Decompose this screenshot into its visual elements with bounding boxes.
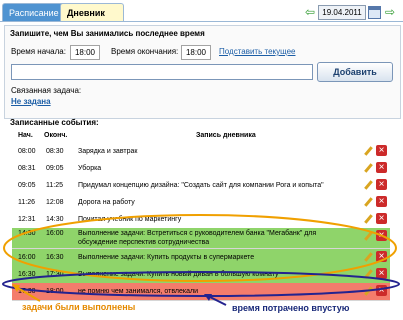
- pencil-icon[interactable]: [363, 214, 373, 224]
- pencil-icon[interactable]: [363, 197, 373, 207]
- next-day-arrow-icon[interactable]: ⇨: [383, 5, 397, 20]
- row-start-time: 09:05: [18, 182, 36, 189]
- form-prompt: Запишите, чем Вы занимались последнее вр…: [10, 29, 205, 38]
- row-start-time: 08:31: [18, 165, 36, 172]
- row-start-time: 08:00: [18, 148, 36, 155]
- calendar-icon[interactable]: [368, 6, 381, 19]
- annotation-done: задачи были выполнены: [22, 302, 136, 312]
- top-bar: Расписание Дневник ⇦ 19.04.2011 ⇨: [0, 0, 403, 22]
- row-end-time: 17:30: [46, 271, 64, 278]
- start-time-label: Время начала:: [11, 47, 66, 56]
- tab-diary[interactable]: Дневник: [60, 3, 124, 22]
- add-button[interactable]: Добавить: [317, 62, 393, 82]
- row-end-time: 11:25: [46, 182, 63, 189]
- table-row: 08:00 08:30 Зарядка и завтрак ×: [12, 143, 390, 161]
- row-text: Придумал концепцию дизайна: "Создать сай…: [78, 182, 324, 189]
- header-text: Запись дневника: [196, 132, 256, 139]
- delete-x-icon[interactable]: ×: [376, 251, 387, 262]
- row-start-time: 16:30: [18, 271, 36, 278]
- end-time-label: Время окончания:: [111, 47, 179, 56]
- row-end-time: 08:30: [46, 148, 64, 155]
- linked-task-value-link[interactable]: Не задана: [11, 97, 51, 106]
- table-row: 11:26 12:08 Дорога на работу ×: [12, 194, 390, 212]
- delete-x-icon[interactable]: ×: [376, 179, 387, 190]
- diary-entry-input[interactable]: [11, 64, 313, 80]
- tab-divider: [0, 21, 403, 22]
- row-text: Уборка: [78, 165, 102, 172]
- table-row: 17:30 18:00 не помню чем занимался, отвлек…: [12, 283, 390, 301]
- pencil-icon[interactable]: [363, 180, 373, 190]
- row-text: Зарядка и завтрак: [78, 148, 138, 155]
- row-end-time: 18:00: [46, 288, 64, 295]
- row-text: Выполнение задачи: Купить новый диван в …: [78, 271, 279, 278]
- start-time-input[interactable]: 18:00: [70, 45, 100, 60]
- table-row: 09:05 11:25 Придумал концепцию дизайна: "С…: [12, 177, 390, 195]
- pencil-icon[interactable]: [363, 163, 373, 173]
- prev-day-arrow-icon[interactable]: ⇦: [303, 5, 317, 20]
- table-row: 16:00 16:30 Выполнение задачи: Купить прод…: [12, 249, 390, 267]
- pencil-icon[interactable]: [363, 231, 373, 241]
- events-section-title: Записанные события:: [10, 118, 99, 127]
- row-start-time: 11:26: [18, 199, 35, 206]
- row-text: не помню чем занимался, отвлекали: [78, 288, 198, 295]
- row-start-time: 12:31: [18, 216, 36, 223]
- delete-x-icon[interactable]: ×: [376, 196, 387, 207]
- row-text: Выполнение задачи: Купить продукты в суп…: [78, 254, 255, 261]
- date-field[interactable]: 19.04.2011: [318, 5, 366, 20]
- row-text: Почитал учебник по маркетингу: [78, 216, 182, 223]
- annotation-wasted: время потрачено впустую: [232, 303, 350, 313]
- delete-x-icon[interactable]: ×: [376, 213, 387, 224]
- row-end-time: 16:00: [46, 230, 64, 237]
- table-row: 12:31 14:30 Почитал учебник по маркетингу ×: [12, 211, 390, 229]
- table-row: 16:30 17:30 Выполнение задачи: Купить новы…: [12, 266, 390, 284]
- delete-x-icon[interactable]: ×: [376, 145, 387, 156]
- header-start: Нач.: [18, 132, 33, 139]
- row-end-time: 14:30: [46, 216, 64, 223]
- pencil-icon[interactable]: [363, 146, 373, 156]
- row-end-time: 16:30: [46, 254, 64, 261]
- pencil-icon[interactable]: [363, 252, 373, 262]
- delete-x-icon[interactable]: ×: [376, 230, 387, 241]
- delete-x-icon[interactable]: ×: [376, 162, 387, 173]
- row-start-time: 14:30: [18, 230, 36, 237]
- row-text: Дорога на работу: [78, 199, 135, 206]
- row-start-time: 16:00: [18, 254, 36, 261]
- insert-current-time-link[interactable]: Подставить текущее: [219, 47, 296, 56]
- pencil-icon[interactable]: [363, 269, 373, 279]
- linked-task-label: Связанная задача:: [11, 86, 82, 95]
- row-end-time: 09:05: [46, 165, 64, 172]
- row-start-time: 17:30: [18, 288, 36, 295]
- entry-form-panel: Запишите, чем Вы занимались последнее вр…: [4, 25, 401, 119]
- row-end-time: 12:08: [46, 199, 64, 206]
- table-row: 08:31 09:05 Уборка ×: [12, 160, 390, 178]
- tab-schedule[interactable]: Расписание: [2, 3, 67, 22]
- header-end: Оконч.: [44, 132, 68, 139]
- end-time-input[interactable]: 18:00: [181, 45, 211, 60]
- pencil-icon[interactable]: [363, 286, 373, 296]
- row-text: Выполнение задачи: Встретиться с руковод…: [78, 230, 317, 246]
- delete-x-icon[interactable]: ×: [376, 268, 387, 279]
- delete-x-icon[interactable]: ×: [376, 285, 387, 296]
- table-row: 14:30 16:00 Выполнение задачи: Встретиться…: [12, 228, 390, 249]
